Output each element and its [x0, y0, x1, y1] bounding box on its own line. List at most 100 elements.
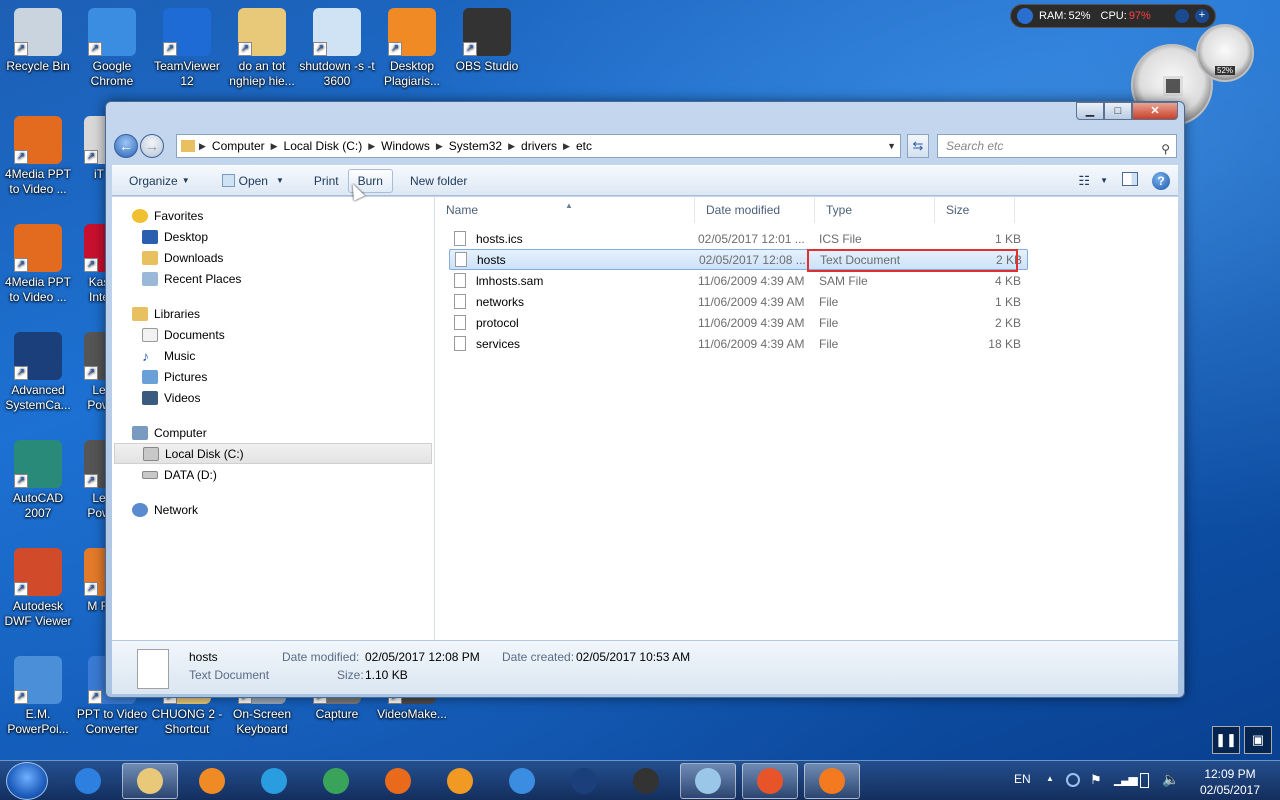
- taskbar-app-button[interactable]: [556, 763, 612, 799]
- address-dropdown-icon[interactable]: ▼: [887, 141, 896, 151]
- desktop-shortcut[interactable]: ↗ do an tot nghiep hie...: [224, 8, 300, 89]
- desktop-shortcut[interactable]: ↗ Autodesk DWF Viewer: [0, 548, 76, 629]
- desktop-shortcut[interactable]: ↗ TeamViewer 12: [149, 8, 225, 89]
- nav-documents[interactable]: Documents: [112, 324, 434, 345]
- file-name-cell: lmhosts.sam: [449, 273, 698, 288]
- help-icon[interactable]: ?: [1152, 171, 1170, 190]
- refresh-button[interactable]: ⇆: [907, 134, 929, 158]
- breadcrumb-separator-icon[interactable]: ▶: [563, 141, 570, 152]
- nav-favorites[interactable]: Favorites: [112, 205, 434, 226]
- gadget-settings-icon[interactable]: [1175, 9, 1189, 23]
- desktop-shortcut[interactable]: ↗ 4Media PPT to Video ...: [0, 224, 76, 305]
- close-button[interactable]: ✕: [1132, 102, 1178, 120]
- gadget-add-icon[interactable]: +: [1195, 9, 1209, 23]
- app-s-icon: [447, 768, 473, 794]
- breadcrumb-separator-icon[interactable]: ▶: [199, 141, 206, 152]
- volume-icon[interactable]: 🔈: [1162, 771, 1179, 788]
- shortcut-label: Capture: [315, 707, 359, 721]
- column-type[interactable]: Type: [815, 197, 935, 223]
- action-center-flag-icon[interactable]: ⚑: [1090, 772, 1102, 788]
- breadcrumb-item[interactable]: Local Disk (C:): [278, 139, 369, 153]
- language-indicator[interactable]: EN: [1014, 772, 1031, 786]
- back-button[interactable]: ←: [114, 134, 138, 158]
- preview-pane-button[interactable]: [1122, 172, 1138, 189]
- breadcrumb-separator-icon[interactable]: ▶: [436, 141, 443, 152]
- nav-local-disk[interactable]: Local Disk (C:): [114, 443, 432, 464]
- breadcrumb-separator-icon[interactable]: ▶: [508, 141, 515, 152]
- chevron-down-icon: ▼: [275, 175, 284, 185]
- forward-button[interactable]: →: [140, 134, 164, 158]
- change-view-button[interactable]: ☷ ▼: [1078, 173, 1108, 189]
- nav-data-drive[interactable]: DATA (D:): [112, 464, 434, 485]
- nav-videos[interactable]: Videos: [112, 387, 434, 408]
- taskbar-app-button[interactable]: [680, 763, 736, 799]
- organize-button[interactable]: Organize ▼: [120, 169, 199, 193]
- file-row[interactable]: lmhosts.sam 11/06/2009 4:39 AM SAM File 4 K…: [449, 270, 1028, 291]
- taskbar-app-button[interactable]: [60, 763, 116, 799]
- desktop-shortcut[interactable]: ↗ Desktop Plagiaris...: [374, 8, 450, 89]
- desktop-shortcut[interactable]: ↗ 4Media PPT to Video ...: [0, 116, 76, 197]
- desktop-shortcut[interactable]: ↗ E.M. PowerPoi...: [0, 656, 76, 737]
- breadcrumb-separator-icon[interactable]: ▶: [368, 141, 375, 152]
- show-hidden-icons-icon[interactable]: ▲: [1046, 774, 1054, 783]
- taskbar-app-button[interactable]: [432, 763, 488, 799]
- taskbar-app-button[interactable]: [246, 763, 302, 799]
- search-input[interactable]: Search etc ⚲: [937, 134, 1177, 158]
- taskbar-app-button[interactable]: [618, 763, 674, 799]
- system-monitor-gadget[interactable]: RAM: 52% CPU: 97% +: [1010, 4, 1216, 28]
- cpu-value: 97%: [1128, 10, 1151, 22]
- start-button[interactable]: [6, 762, 48, 800]
- breadcrumb-item[interactable]: Computer: [206, 139, 271, 153]
- column-name[interactable]: Name ▲: [435, 197, 695, 223]
- file-list[interactable]: Name ▲ Date modified Type Size hosts.ics 0…: [435, 197, 1178, 640]
- desktop-shortcut[interactable]: ↗ OBS Studio: [449, 8, 525, 74]
- minimize-button[interactable]: ▁: [1076, 102, 1104, 120]
- breadcrumb-separator-icon[interactable]: ▶: [271, 141, 278, 152]
- column-date-modified[interactable]: Date modified: [695, 197, 815, 223]
- clock[interactable]: 12:09 PM 02/05/2017: [1190, 766, 1270, 798]
- new-folder-button[interactable]: New folder: [401, 169, 476, 193]
- desktop-shortcut[interactable]: ↗ AutoCAD 2007: [0, 440, 76, 521]
- nav-network[interactable]: Network: [112, 499, 434, 520]
- file-row[interactable]: hosts.ics 02/05/2017 12:01 ... ICS File 1 K…: [449, 228, 1028, 249]
- explorer-window[interactable]: ▁ □ ✕ ← → ▶ Computer ▶ Local Disk (C:) ▶ Wind…: [105, 101, 1185, 698]
- file-row[interactable]: networks 11/06/2009 4:39 AM File 1 KB: [449, 291, 1028, 312]
- network-icon: [132, 502, 148, 517]
- taskbar-app-button[interactable]: [184, 763, 240, 799]
- taskbar-app-button[interactable]: [370, 763, 426, 799]
- desktop-shortcut[interactable]: ↗ Recycle Bin: [0, 8, 76, 74]
- nav-downloads[interactable]: Downloads: [112, 247, 434, 268]
- file-row[interactable]: protocol 11/06/2009 4:39 AM File 2 KB: [449, 312, 1028, 333]
- navigation-pane[interactable]: Favorites Desktop Downloads Recent Place…: [112, 197, 435, 640]
- taskbar-app-button[interactable]: [308, 763, 364, 799]
- file-row[interactable]: services 11/06/2009 4:39 AM File 18 KB: [449, 333, 1028, 354]
- breadcrumb-item[interactable]: Windows: [375, 139, 436, 153]
- desktop-shortcut[interactable]: ↗ shutdown -s -t 3600: [299, 8, 375, 89]
- breadcrumb-item[interactable]: drivers: [515, 139, 563, 153]
- tray-app-icon[interactable]: [1066, 773, 1080, 787]
- network-signal-icon[interactable]: ▁▃▅: [1114, 772, 1138, 786]
- taskbar-app-button[interactable]: [122, 763, 178, 799]
- desktop-shortcut[interactable]: ↗ Google Chrome: [74, 8, 150, 89]
- desktop-shortcut[interactable]: ↗ Advanced SystemCa...: [0, 332, 76, 413]
- nav-pictures[interactable]: Pictures: [112, 366, 434, 387]
- nav-recent-places[interactable]: Recent Places: [112, 268, 434, 289]
- nav-desktop[interactable]: Desktop: [112, 226, 434, 247]
- column-size[interactable]: Size: [935, 197, 1015, 223]
- open-button[interactable]: Open ▼: [213, 169, 293, 193]
- pause-button[interactable]: ❚❚: [1212, 726, 1240, 754]
- print-button[interactable]: Print: [305, 169, 348, 193]
- maximize-button[interactable]: □: [1104, 102, 1132, 120]
- taskbar-app-button[interactable]: [742, 763, 798, 799]
- address-bar[interactable]: ▶ Computer ▶ Local Disk (C:) ▶ Windows ▶ System…: [176, 134, 901, 158]
- breadcrumb-item[interactable]: System32: [443, 139, 508, 153]
- battery-icon[interactable]: [1140, 773, 1149, 788]
- taskbar-app-button[interactable]: [494, 763, 550, 799]
- nav-libraries[interactable]: Libraries: [112, 303, 434, 324]
- breadcrumb-item[interactable]: etc: [570, 139, 598, 153]
- chevron-down-icon: ▼: [181, 175, 190, 185]
- taskbar-app-button[interactable]: [804, 763, 860, 799]
- picture-icon[interactable]: ▣: [1244, 726, 1272, 754]
- nav-music[interactable]: ♪ Music: [112, 345, 434, 366]
- nav-computer[interactable]: Computer: [112, 422, 434, 443]
